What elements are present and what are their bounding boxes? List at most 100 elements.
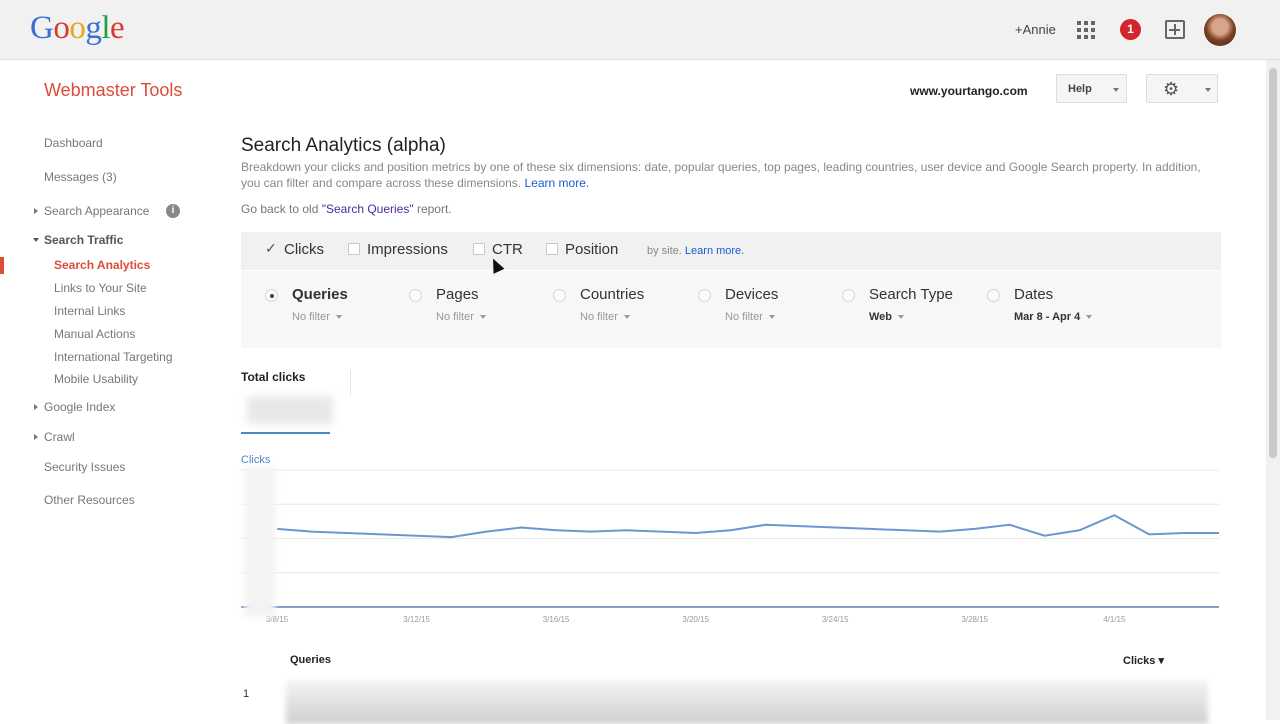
filter-dropdown[interactable]: Web bbox=[869, 311, 953, 323]
sidebar-item-search-traffic[interactable]: Search Traffic bbox=[32, 233, 123, 247]
sidebar-item-mobile-usability[interactable]: Mobile Usability bbox=[54, 372, 138, 386]
data-point[interactable] bbox=[519, 526, 523, 530]
main-content: Search Analytics (alpha) Breakdown your … bbox=[241, 130, 1221, 724]
sidebar-item-search-appearance[interactable]: Search Appearance bbox=[33, 204, 149, 218]
product-title[interactable]: Webmaster Tools bbox=[44, 80, 182, 101]
user-profile-link[interactable]: +Annie bbox=[1015, 22, 1056, 37]
sidebar-item-security-issues[interactable]: Security Issues bbox=[44, 460, 125, 474]
dimension-pages[interactable]: Pages No filter bbox=[409, 286, 486, 323]
share-plus-icon[interactable] bbox=[1165, 20, 1185, 39]
data-point[interactable] bbox=[938, 530, 942, 534]
metric-impressions[interactable]: Impressions bbox=[348, 241, 448, 258]
x-tick-label: 3/28/15 bbox=[961, 615, 988, 624]
radio[interactable] bbox=[842, 289, 855, 302]
metric-ctr[interactable]: CTR bbox=[473, 241, 523, 258]
site-selector[interactable]: www.yourtango.com bbox=[910, 84, 1028, 98]
data-point[interactable] bbox=[310, 530, 314, 534]
description-text: Breakdown your clicks and position metri… bbox=[241, 160, 1201, 190]
metric-label: CTR bbox=[492, 241, 523, 258]
settings-button[interactable]: ⚙ bbox=[1146, 74, 1218, 103]
x-tick-label: 4/1/15 bbox=[1103, 615, 1126, 624]
radio[interactable] bbox=[987, 289, 1000, 302]
total-clicks-label[interactable]: Total clicks bbox=[241, 370, 305, 384]
column-header-queries[interactable]: Queries bbox=[290, 654, 331, 666]
sidebar: Dashboard Messages (3) Search Appearance… bbox=[0, 118, 228, 720]
data-point[interactable] bbox=[449, 535, 453, 539]
data-point[interactable] bbox=[589, 530, 593, 534]
sidebar-item-search-analytics[interactable]: Search Analytics bbox=[54, 258, 150, 272]
avatar[interactable] bbox=[1204, 14, 1236, 46]
filter-dropdown[interactable]: Mar 8 - Apr 4 bbox=[1014, 311, 1092, 323]
info-icon[interactable]: i bbox=[166, 204, 180, 218]
data-point[interactable] bbox=[624, 528, 628, 532]
data-point[interactable] bbox=[763, 523, 767, 527]
data-point[interactable] bbox=[903, 528, 907, 532]
by-site-learn-more-link[interactable]: Learn more. bbox=[685, 245, 744, 257]
sidebar-item-other-resources[interactable]: Other Resources bbox=[44, 493, 135, 507]
dimension-label: Countries bbox=[580, 286, 645, 303]
apps-grid-icon[interactable] bbox=[1077, 21, 1095, 39]
sidebar-item-links-to-your-site[interactable]: Links to Your Site bbox=[54, 281, 147, 295]
radio[interactable] bbox=[409, 289, 422, 302]
help-button[interactable]: Help bbox=[1056, 74, 1127, 103]
sidebar-item-google-index[interactable]: Google Index bbox=[33, 400, 115, 414]
data-point[interactable] bbox=[798, 524, 802, 528]
checkbox[interactable] bbox=[473, 243, 485, 255]
data-point[interactable] bbox=[1147, 532, 1151, 536]
data-point[interactable] bbox=[380, 532, 384, 536]
learn-more-link[interactable]: Learn more. bbox=[525, 176, 590, 190]
series-line-clicks[interactable] bbox=[276, 514, 1219, 539]
data-point[interactable] bbox=[1008, 523, 1012, 527]
column-header-clicks[interactable]: Clicks ▾ bbox=[1123, 654, 1164, 667]
dimension-countries[interactable]: Countries No filter bbox=[553, 286, 645, 323]
google-logo[interactable]: Google bbox=[30, 10, 125, 47]
data-point[interactable] bbox=[275, 527, 279, 531]
filter-dropdown[interactable]: No filter bbox=[292, 311, 348, 323]
dimension-label: Pages bbox=[436, 286, 479, 303]
data-point[interactable] bbox=[1077, 528, 1081, 532]
dimension-dates[interactable]: Dates Mar 8 - Apr 4 bbox=[987, 286, 1092, 323]
x-tick-label: 3/12/15 bbox=[403, 615, 430, 624]
dimension-label: Search Type bbox=[869, 286, 953, 303]
radio[interactable] bbox=[698, 289, 711, 302]
data-point[interactable] bbox=[1112, 513, 1116, 517]
data-point[interactable] bbox=[729, 528, 733, 532]
data-point[interactable] bbox=[973, 527, 977, 531]
page-scrollbar[interactable] bbox=[1266, 60, 1280, 720]
notifications-badge[interactable]: 1 bbox=[1120, 19, 1141, 40]
search-queries-link[interactable]: "Search Queries" bbox=[322, 202, 414, 216]
sidebar-item-messages[interactable]: Messages (3) bbox=[44, 170, 117, 184]
scrollbar-thumb[interactable] bbox=[1269, 68, 1277, 458]
data-point[interactable] bbox=[1217, 531, 1221, 535]
sidebar-item-crawl[interactable]: Crawl bbox=[34, 430, 75, 444]
metric-clicks[interactable]: ✓ Clicks bbox=[265, 240, 324, 258]
radio[interactable] bbox=[553, 289, 566, 302]
checkbox[interactable] bbox=[348, 243, 360, 255]
sidebar-item-international-targeting[interactable]: International Targeting bbox=[54, 350, 173, 364]
filter-dropdown[interactable]: No filter bbox=[436, 311, 486, 323]
data-point[interactable] bbox=[1182, 531, 1186, 535]
data-point[interactable] bbox=[415, 534, 419, 538]
data-point[interactable] bbox=[554, 528, 558, 532]
sidebar-item-manual-actions[interactable]: Manual Actions bbox=[54, 327, 135, 341]
data-point[interactable] bbox=[833, 526, 837, 530]
filter-dropdown[interactable]: No filter bbox=[580, 311, 644, 323]
dimension-devices[interactable]: Devices No filter bbox=[698, 286, 778, 323]
table-row[interactable]: 1 bbox=[241, 676, 1221, 724]
data-point[interactable] bbox=[484, 530, 488, 534]
sidebar-item-dashboard[interactable]: Dashboard bbox=[44, 136, 103, 150]
data-point[interactable] bbox=[694, 531, 698, 535]
filter-dropdown[interactable]: No filter bbox=[725, 311, 778, 323]
data-point[interactable] bbox=[659, 530, 663, 534]
radio-selected[interactable] bbox=[265, 289, 278, 302]
data-point[interactable] bbox=[345, 531, 349, 535]
dimension-queries[interactable]: Queries No filter bbox=[265, 286, 348, 323]
data-point[interactable] bbox=[868, 527, 872, 531]
sidebar-item-internal-links[interactable]: Internal Links bbox=[54, 304, 125, 318]
dimension-search-type[interactable]: Search Type Web bbox=[842, 286, 953, 323]
metric-label: Impressions bbox=[367, 241, 448, 258]
gear-icon: ⚙ bbox=[1163, 79, 1180, 99]
metric-position[interactable]: Position bbox=[546, 241, 618, 258]
checkbox[interactable] bbox=[546, 243, 558, 255]
data-point[interactable] bbox=[1043, 534, 1047, 538]
